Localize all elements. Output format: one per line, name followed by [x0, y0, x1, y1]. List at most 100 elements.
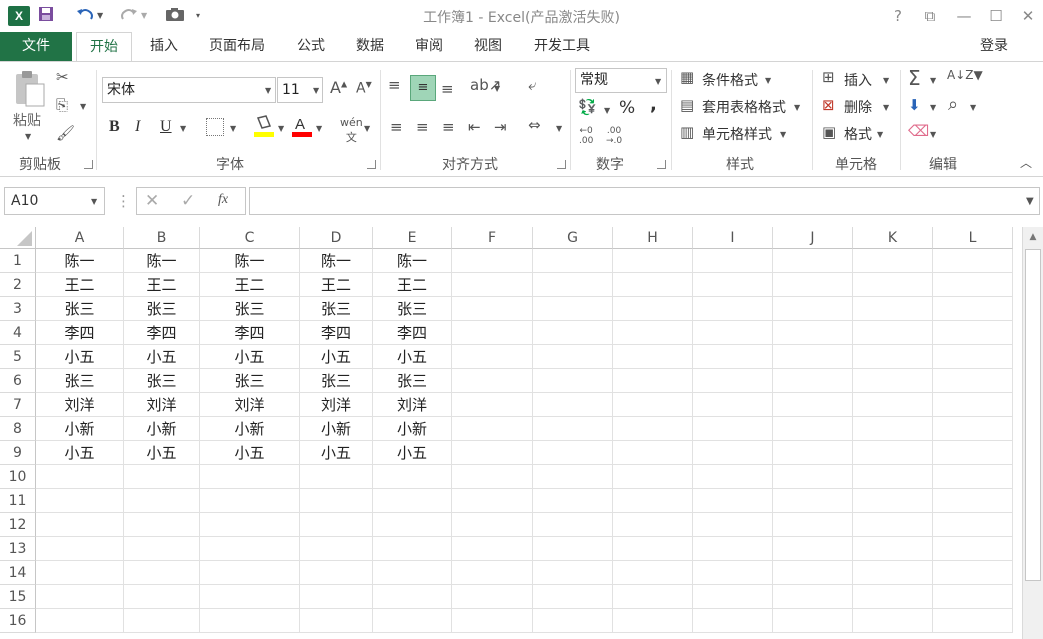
cell-d3[interactable]: 张三: [300, 297, 373, 321]
cell-g2[interactable]: [533, 273, 613, 297]
cell-f4[interactable]: [452, 321, 533, 345]
row-header-14[interactable]: 14: [0, 561, 36, 585]
cell-a1[interactable]: 陈一: [36, 249, 124, 273]
cell-k13[interactable]: [853, 537, 933, 561]
underline-dropdown-icon[interactable]: ▼: [180, 124, 186, 133]
cell-i2[interactable]: [693, 273, 773, 297]
cell-l4[interactable]: [933, 321, 1013, 345]
cell-h8[interactable]: [613, 417, 693, 441]
cell-a3[interactable]: 张三: [36, 297, 124, 321]
ribbon-display-options-button[interactable]: ⧉: [920, 6, 940, 26]
cell-k3[interactable]: [853, 297, 933, 321]
cell-i4[interactable]: [693, 321, 773, 345]
minimize-button[interactable]: —: [954, 6, 974, 26]
cell-b8[interactable]: 小新: [124, 417, 200, 441]
font-size-dropdown-icon[interactable]: ▼: [313, 86, 319, 95]
paste-icon[interactable]: [12, 70, 48, 110]
row-header-1[interactable]: 1: [0, 249, 36, 273]
decrease-indent-icon[interactable]: ⇤: [468, 118, 481, 136]
cell-h16[interactable]: [613, 609, 693, 633]
cell-e13[interactable]: [373, 537, 452, 561]
cell-e12[interactable]: [373, 513, 452, 537]
cell-a10[interactable]: [36, 465, 124, 489]
cell-k11[interactable]: [853, 489, 933, 513]
sort-filter-icon[interactable]: A↓Z▼: [947, 68, 983, 82]
vertical-scrollbar[interactable]: ▲: [1022, 227, 1043, 639]
cell-f6[interactable]: [452, 369, 533, 393]
row-header-7[interactable]: 7: [0, 393, 36, 417]
font-launcher-icon[interactable]: [367, 160, 376, 169]
cell-g15[interactable]: [533, 585, 613, 609]
cell-j5[interactable]: [773, 345, 853, 369]
cell-f5[interactable]: [452, 345, 533, 369]
cell-e4[interactable]: 李四: [373, 321, 452, 345]
cell-d2[interactable]: 王二: [300, 273, 373, 297]
merge-center-icon[interactable]: ⇔: [528, 116, 541, 134]
cell-b14[interactable]: [124, 561, 200, 585]
fill-dropdown-icon[interactable]: ▼: [930, 103, 936, 112]
expand-formula-bar-icon[interactable]: ▼: [1026, 196, 1034, 207]
cell-i10[interactable]: [693, 465, 773, 489]
align-right-icon[interactable]: ≡: [442, 118, 455, 136]
row-header-15[interactable]: 15: [0, 585, 36, 609]
cell-g16[interactable]: [533, 609, 613, 633]
paste-button[interactable]: 粘贴: [13, 110, 41, 130]
cell-f7[interactable]: [452, 393, 533, 417]
alignment-launcher-icon[interactable]: [557, 160, 566, 169]
cell-d15[interactable]: [300, 585, 373, 609]
cell-b13[interactable]: [124, 537, 200, 561]
collapse-ribbon-icon[interactable]: ︿: [1020, 154, 1032, 171]
delete-cells-button[interactable]: 删除: [844, 97, 872, 117]
scroll-up-icon[interactable]: ▲: [1025, 229, 1041, 245]
bottom-align-icon[interactable]: ≡: [441, 80, 454, 98]
cell-j14[interactable]: [773, 561, 853, 585]
cell-h3[interactable]: [613, 297, 693, 321]
cell-b6[interactable]: 张三: [124, 369, 200, 393]
cell-l8[interactable]: [933, 417, 1013, 441]
autosum-icon[interactable]: Σ: [908, 66, 921, 90]
cell-e16[interactable]: [373, 609, 452, 633]
cell-e8[interactable]: 小新: [373, 417, 452, 441]
insert-cells-button[interactable]: 插入: [844, 70, 872, 90]
cell-b3[interactable]: 张三: [124, 297, 200, 321]
italic-button[interactable]: I: [135, 118, 140, 136]
cell-k14[interactable]: [853, 561, 933, 585]
bold-button[interactable]: B: [109, 118, 120, 136]
column-header-c[interactable]: C: [200, 227, 300, 249]
row-header-9[interactable]: 9: [0, 441, 36, 465]
cell-b16[interactable]: [124, 609, 200, 633]
row-header-4[interactable]: 4: [0, 321, 36, 345]
cell-f10[interactable]: [452, 465, 533, 489]
cell-a12[interactable]: [36, 513, 124, 537]
currency-dropdown-icon[interactable]: ▼: [604, 106, 610, 115]
cell-g12[interactable]: [533, 513, 613, 537]
cell-d13[interactable]: [300, 537, 373, 561]
column-header-h[interactable]: H: [613, 227, 693, 249]
insert-function-button[interactable]: fx: [218, 192, 228, 208]
cell-l12[interactable]: [933, 513, 1013, 537]
delete-cells-icon[interactable]: ⊠: [822, 96, 835, 114]
increase-indent-icon[interactable]: ⇥: [494, 118, 507, 136]
number-format-select[interactable]: 常规: [575, 68, 667, 93]
cell-c16[interactable]: [200, 609, 300, 633]
insert-cells-icon[interactable]: ⊞: [822, 68, 835, 86]
cell-k6[interactable]: [853, 369, 933, 393]
orientation-dropdown-icon[interactable]: ▼: [494, 84, 500, 93]
cell-b4[interactable]: 李四: [124, 321, 200, 345]
wrap-text-icon[interactable]: ⤶: [528, 76, 536, 94]
cell-b9[interactable]: 小五: [124, 441, 200, 465]
comma-style-button[interactable]: ,: [650, 94, 657, 115]
row-header-5[interactable]: 5: [0, 345, 36, 369]
row-header-11[interactable]: 11: [0, 489, 36, 513]
cell-l10[interactable]: [933, 465, 1013, 489]
conditional-format-button[interactable]: 条件格式: [702, 70, 758, 90]
cell-a8[interactable]: 小新: [36, 417, 124, 441]
cell-j10[interactable]: [773, 465, 853, 489]
cell-j8[interactable]: [773, 417, 853, 441]
cell-a5[interactable]: 小五: [36, 345, 124, 369]
cell-e15[interactable]: [373, 585, 452, 609]
cell-a7[interactable]: 刘洋: [36, 393, 124, 417]
increase-decimal-icon[interactable]: ←0.00: [579, 126, 593, 146]
cell-h13[interactable]: [613, 537, 693, 561]
column-header-j[interactable]: J: [773, 227, 853, 249]
